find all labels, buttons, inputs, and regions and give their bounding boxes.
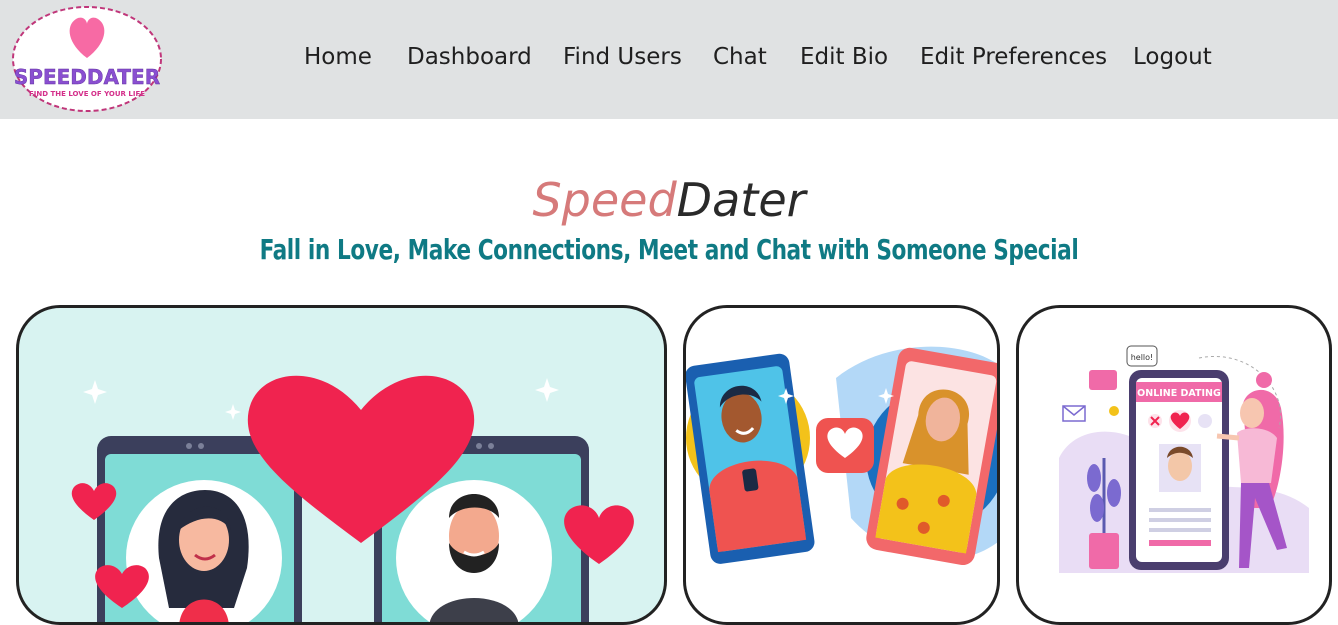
illustration-card-video-date	[16, 305, 667, 625]
nav-dashboard[interactable]: Dashboard	[407, 44, 532, 70]
brand-title: SpeedDater	[0, 170, 1338, 230]
couple-video-call-illustration	[71, 375, 634, 622]
illustration-card-online-dating: hello! ONLINE DATING	[1016, 305, 1332, 625]
phone-chat-illustration	[686, 346, 997, 565]
online-dating-screen-title: ONLINE DATING	[1137, 388, 1221, 399]
speeddater-logo[interactable]: SPEEDDATER FIND THE LOVE OF YOUR LIFE	[10, 4, 164, 114]
nav-edit-bio[interactable]: Edit Bio	[800, 44, 888, 70]
illustration-card-phone-chat	[683, 305, 1000, 625]
nav-find-users[interactable]: Find Users	[563, 44, 682, 70]
online-dating-app-illustration: hello! ONLINE DATING	[1059, 345, 1309, 573]
hero-tagline: Fall in Love, Make Connections, Meet and…	[259, 233, 1079, 266]
brand-title-dater: Dater	[676, 173, 806, 227]
top-navbar: SPEEDDATER FIND THE LOVE OF YOUR LIFE Ho…	[0, 0, 1338, 119]
hello-bubble-text: hello!	[1131, 353, 1154, 362]
svg-text:FIND THE LOVE OF YOUR LIFE: FIND THE LOVE OF YOUR LIFE	[29, 90, 145, 98]
nav-home[interactable]: Home	[304, 44, 372, 70]
svg-text:SPEEDDATER: SPEEDDATER	[14, 65, 160, 89]
brand-title-speed: Speed	[532, 173, 677, 227]
nav-edit-preferences[interactable]: Edit Preferences	[920, 44, 1107, 70]
nav-logout[interactable]: Logout	[1133, 44, 1212, 70]
nav-chat[interactable]: Chat	[713, 44, 767, 70]
